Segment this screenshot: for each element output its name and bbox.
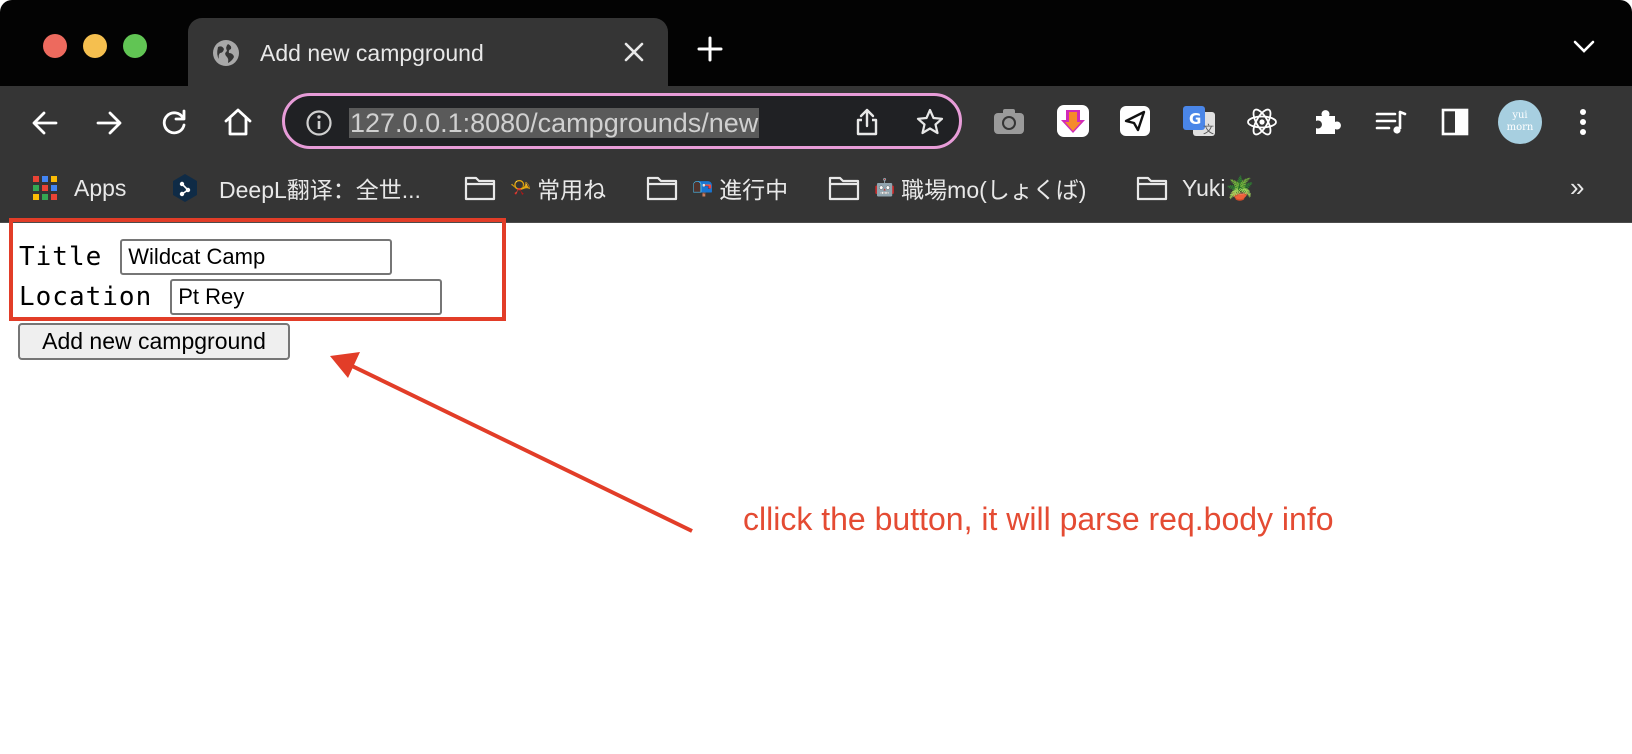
bookmark-label: 進行中 bbox=[719, 177, 789, 203]
deepl-icon bbox=[171, 173, 199, 203]
close-window-button[interactable] bbox=[43, 34, 67, 58]
url-text[interactable]: 127.0.0.1:8080/campgrounds/new bbox=[349, 108, 760, 138]
more-menu-icon[interactable] bbox=[1578, 106, 1588, 143]
bookmark-label: DeepL翻译：全世... bbox=[219, 177, 421, 203]
annotation-arrow bbox=[330, 352, 693, 533]
bookmark-apps[interactable]: Apps bbox=[32, 172, 126, 204]
minimize-window-button[interactable] bbox=[83, 34, 107, 58]
home-icon[interactable] bbox=[222, 106, 254, 143]
bookmark-folder-shinkouchuu[interactable]: 📭 進行中 bbox=[646, 172, 788, 204]
share-icon[interactable] bbox=[853, 107, 881, 142]
bookmark-label: Apps bbox=[74, 174, 127, 201]
apps-grid-icon bbox=[32, 175, 58, 201]
bookmark-deepl[interactable]: DeepL翻译：全世... bbox=[171, 172, 421, 204]
folder-icon bbox=[828, 175, 860, 201]
annotation-note: cllick the button, it will parse req.bod… bbox=[743, 501, 1334, 537]
more-bookmarks-chevron-icon[interactable]: » bbox=[1570, 172, 1584, 203]
new-tab-button[interactable] bbox=[697, 36, 723, 67]
bookmark-label: 職場mo(しょくば) bbox=[901, 177, 1087, 203]
bookmark-folder-shokuba[interactable]: 🤖 職場mo(しょくば) bbox=[828, 172, 1086, 204]
reload-icon[interactable] bbox=[159, 108, 189, 143]
avatar-label: yui morn bbox=[1506, 110, 1534, 133]
folder-icon bbox=[1136, 175, 1168, 201]
react-devtools-icon[interactable] bbox=[1246, 106, 1278, 143]
back-arrow-icon[interactable] bbox=[30, 108, 60, 143]
address-bar[interactable]: 127.0.0.1:8080/campgrounds/new bbox=[282, 93, 962, 149]
browser-window: Add new campground 127.0.0.1:8080/campgr… bbox=[0, 0, 1632, 754]
send-extension-icon[interactable] bbox=[1118, 104, 1152, 143]
page-content: Title Location Add new campground cllick… bbox=[0, 218, 1632, 754]
side-panel-icon[interactable] bbox=[1440, 106, 1470, 143]
puzzle-extensions-icon[interactable] bbox=[1311, 106, 1343, 143]
bookmark-emoji: 📯 bbox=[510, 178, 532, 197]
bookmark-emoji: 📭 bbox=[692, 178, 714, 197]
bookmark-label: 常用ね bbox=[537, 177, 607, 203]
browser-tab-active[interactable]: Add new campground bbox=[188, 18, 668, 86]
folder-icon bbox=[646, 175, 678, 201]
tab-close-icon[interactable] bbox=[622, 40, 646, 69]
bookmark-label: Yuki🪴 bbox=[1182, 174, 1255, 201]
bookmark-star-icon[interactable] bbox=[915, 107, 945, 142]
bookmark-emoji: 🤖 bbox=[874, 178, 896, 197]
site-info-icon[interactable] bbox=[305, 109, 333, 142]
bookmarks-bar: Apps DeepL翻译：全世... 📯 常用ね 📭 進行中 🤖 職場mo(しょ… bbox=[0, 158, 1632, 223]
bookmark-folder-jouyou[interactable]: 📯 常用ね bbox=[464, 172, 606, 204]
globe-icon bbox=[212, 39, 240, 72]
tab-strip: Add new campground bbox=[0, 0, 1632, 86]
svg-text:文: 文 bbox=[1203, 122, 1214, 136]
svg-text:G: G bbox=[1189, 110, 1201, 128]
chevron-down-icon[interactable] bbox=[1573, 40, 1595, 59]
maximize-window-button[interactable] bbox=[123, 34, 147, 58]
translate-extension-icon[interactable]: G文 bbox=[1181, 104, 1217, 143]
forward-arrow-icon[interactable] bbox=[94, 108, 124, 143]
download-extension-icon[interactable] bbox=[1056, 104, 1090, 143]
camera-extension-icon[interactable] bbox=[992, 106, 1026, 141]
folder-icon bbox=[464, 175, 496, 201]
bookmark-folder-yuki[interactable]: Yuki🪴 bbox=[1136, 172, 1254, 204]
profile-avatar[interactable]: yui morn bbox=[1498, 100, 1542, 144]
media-playlist-icon[interactable] bbox=[1374, 106, 1408, 143]
tab-title: Add new campground bbox=[260, 40, 484, 66]
